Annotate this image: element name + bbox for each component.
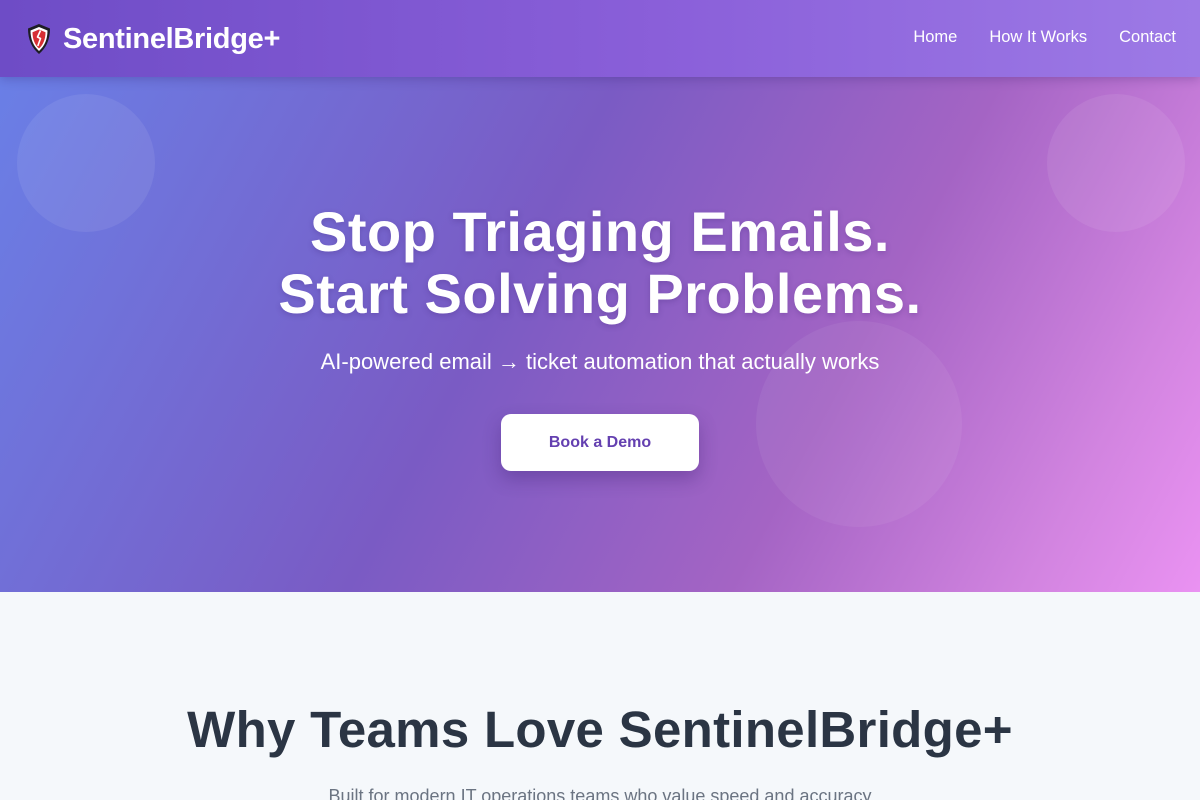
hero-title-line-1: Stop Triaging Emails.: [310, 200, 890, 263]
nav-links: Home How It Works Contact: [881, 28, 1176, 47]
hero-title-line-2: Start Solving Problems.: [278, 262, 922, 325]
nav-link-contact[interactable]: Contact: [1119, 28, 1176, 47]
brand-link[interactable]: SentinelBridge+: [26, 22, 280, 56]
nav-link-home[interactable]: Home: [913, 28, 957, 47]
hero-section: Stop Triaging Emails. Start Solving Prob…: [0, 77, 1200, 592]
nav-link-how-it-works[interactable]: How It Works: [989, 28, 1087, 47]
book-demo-button[interactable]: Book a Demo: [501, 414, 699, 471]
shield-icon: [28, 24, 50, 54]
features-section: Why Teams Love SentinelBridge+ Built for…: [0, 592, 1200, 800]
hero-title: Stop Triaging Emails. Start Solving Prob…: [0, 201, 1200, 325]
brand-name: SentinelBridge+: [63, 22, 281, 55]
features-title: Why Teams Love SentinelBridge+: [187, 701, 1013, 758]
hero-subtitle: AI-powered email → ticket automation tha…: [320, 349, 880, 374]
features-subtitle: Built for modern IT operations teams who…: [328, 786, 872, 800]
top-navbar: SentinelBridge+ Home How It Works Contac…: [0, 0, 1200, 77]
